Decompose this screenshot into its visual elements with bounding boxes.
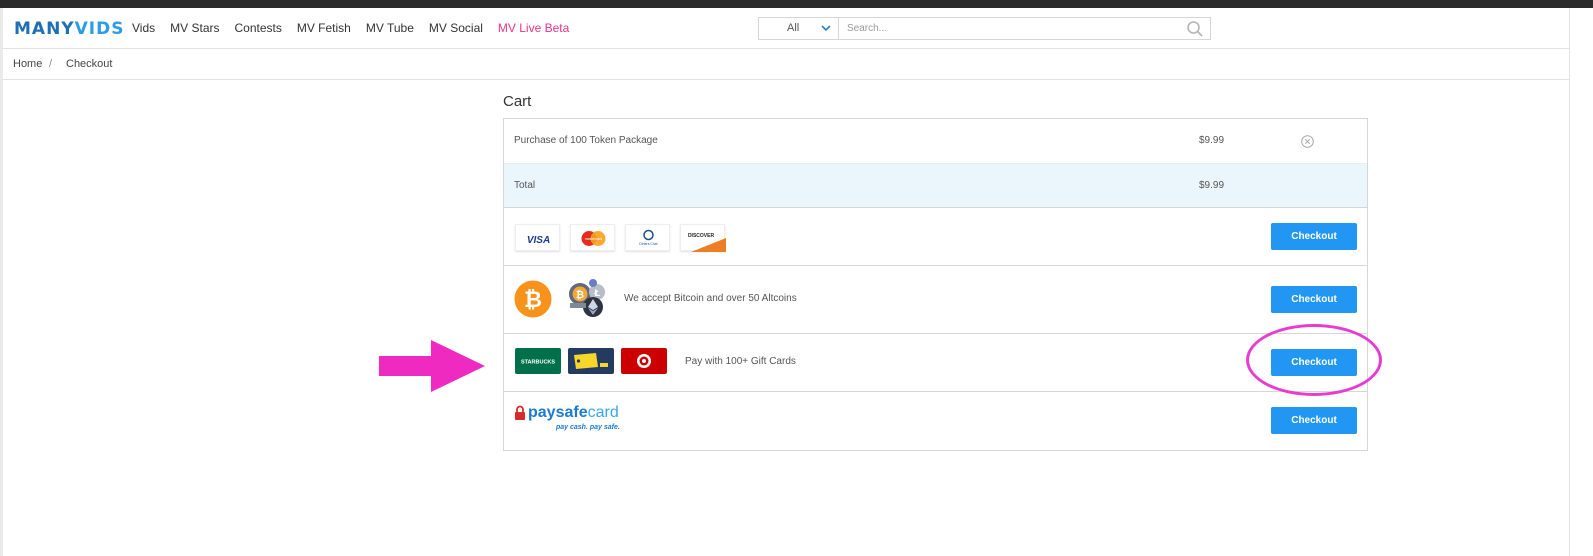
altcoins-icon: ₿ Ł xyxy=(569,279,605,317)
visa-logo: VISA xyxy=(515,224,560,251)
pointer-arrow-annotation xyxy=(379,340,485,392)
search-filter-label: All xyxy=(787,22,800,34)
cart-total-label: Total xyxy=(514,180,536,191)
breadcrumb: Home / Checkout xyxy=(3,49,1569,80)
payment-row-cards: VISA mastercard Diners Club DISCOVER Che… xyxy=(504,208,1367,266)
discover-logo: DISCOVER xyxy=(680,224,726,252)
svg-text:₿: ₿ xyxy=(576,289,584,301)
nav-mv-live[interactable]: MV Live Beta xyxy=(498,21,569,35)
paysafecard-tagline: pay cash. pay safe. xyxy=(556,424,620,431)
diners-club-logo-text: Diners Club xyxy=(639,242,657,246)
crypto-description: We accept Bitcoin and over 50 Altcoins xyxy=(624,293,797,304)
nav-mv-fetish[interactable]: MV Fetish xyxy=(297,21,351,35)
payment-row-crypto: ₿ ₿ Ł We accept Bitcoin and over 50 Altc… xyxy=(504,266,1367,334)
starbucks-gift-card: STARBUCKS xyxy=(515,348,561,374)
scrollbar-track[interactable] xyxy=(1569,8,1593,556)
chevron-down-icon xyxy=(821,25,831,32)
diners-club-logo: Diners Club xyxy=(625,224,670,251)
checkout-button-paysafecard[interactable]: Checkout xyxy=(1271,407,1357,434)
gift-cards-description: Pay with 100+ Gift Cards xyxy=(685,356,796,367)
search-filter-select[interactable]: All xyxy=(759,18,839,39)
nav-mv-social[interactable]: MV Social xyxy=(429,21,483,35)
nav-contests[interactable]: Contests xyxy=(234,21,281,35)
cart-item-price: $9.99 xyxy=(1199,135,1225,146)
breadcrumb-current: Checkout xyxy=(66,58,113,70)
browser-top-strip xyxy=(0,0,1593,8)
highlight-circle-annotation xyxy=(1246,324,1382,396)
site-header: MANYVIDS Vids MV Stars Contests MV Fetis… xyxy=(3,8,1569,49)
cart-item-row: Purchase of 100 Token Package $9.99 xyxy=(504,119,1367,164)
nav-mv-stars[interactable]: MV Stars xyxy=(170,21,219,35)
starbucks-gift-card-text: STARBUCKS xyxy=(521,360,555,366)
mastercard-logo: mastercard xyxy=(570,224,615,251)
nav-mv-tube[interactable]: MV Tube xyxy=(366,21,414,35)
payment-row-paysafecard: paysafecard pay cash. pay safe. Checkout xyxy=(504,392,1367,450)
lock-icon xyxy=(515,405,525,420)
checkout-button-crypto[interactable]: Checkout xyxy=(1271,286,1357,313)
gift-tag-card xyxy=(568,348,614,374)
paysafecard-logo-card: card xyxy=(587,404,619,421)
nav-vids[interactable]: Vids xyxy=(132,21,155,35)
paysafecard-logo: paysafecard xyxy=(528,404,619,422)
logo-text-many: MANY xyxy=(14,19,75,39)
remove-item-icon[interactable] xyxy=(1301,135,1314,148)
cart-total-row: Total $9.99 xyxy=(504,164,1367,208)
paysafecard-logo-pay: paysafe xyxy=(528,404,588,421)
search-bar: All xyxy=(758,17,1211,40)
cart-title: Cart xyxy=(503,93,532,110)
svg-text:₿: ₿ xyxy=(524,288,542,313)
left-edge xyxy=(0,8,3,556)
cart-item-description: Purchase of 100 Token Package xyxy=(514,135,658,146)
breadcrumb-home[interactable]: Home xyxy=(13,58,42,70)
cart-table: Purchase of 100 Token Package $9.99 Tota… xyxy=(503,118,1368,451)
cart-total-price: $9.99 xyxy=(1199,180,1225,191)
target-gift-card xyxy=(621,348,667,374)
search-icon xyxy=(1187,21,1203,37)
mastercard-logo-text: mastercard xyxy=(585,237,603,241)
payment-row-gift-cards: STARBUCKS Pay with 100+ Gift Cards Check… xyxy=(504,334,1367,392)
main-nav: Vids MV Stars Contests MV Fetish MV Tube… xyxy=(132,21,584,35)
search-input[interactable] xyxy=(839,18,1182,39)
logo-text-vids: VIDS xyxy=(74,19,125,39)
discover-logo-text: DISCOVER xyxy=(688,233,715,239)
breadcrumb-separator: / xyxy=(49,58,53,70)
site-logo[interactable]: MANYVIDS xyxy=(14,19,124,39)
search-button[interactable] xyxy=(1182,18,1210,39)
visa-logo-text: VISA xyxy=(527,235,550,246)
bitcoin-icon: ₿ xyxy=(514,280,552,318)
checkout-button-cards[interactable]: Checkout xyxy=(1271,223,1357,250)
